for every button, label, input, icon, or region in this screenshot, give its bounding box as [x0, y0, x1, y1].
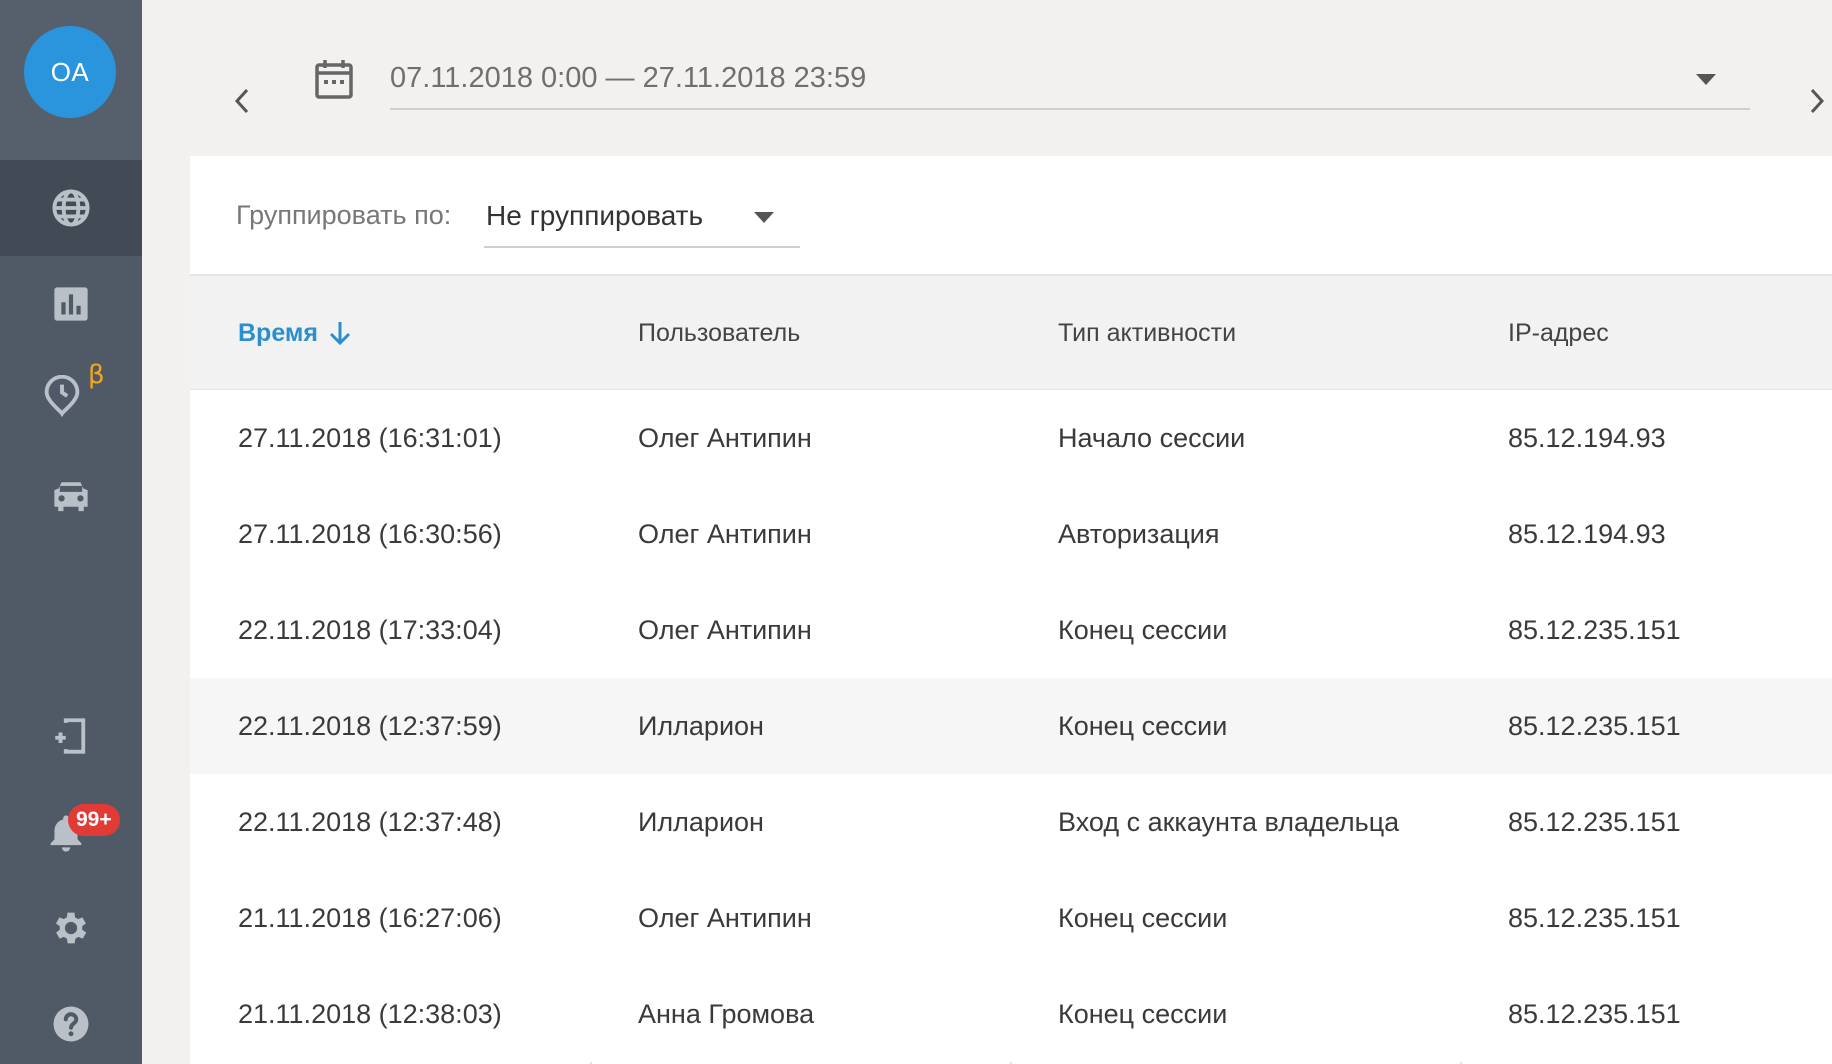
grouping-value: Не группировать: [486, 200, 704, 231]
column-header-time-label: Время: [238, 318, 318, 347]
cell-ip: 85.12.194.93: [1508, 422, 1666, 453]
cell-ip: 85.12.194.93: [1508, 518, 1666, 549]
cell-time: 27.11.2018 (16:30:56): [238, 518, 502, 549]
sidebar-item-help[interactable]: [0, 976, 142, 1064]
sidebar-item-add-device[interactable]: [0, 688, 142, 784]
grouping-bar: Группировать по: Не группировать: [190, 156, 1832, 276]
cell-activity-type: Конец сессии: [1058, 710, 1228, 741]
cell-time: 22.11.2018 (17:33:04): [238, 614, 502, 645]
grouping-select[interactable]: Не группировать: [484, 188, 800, 248]
column-header-time[interactable]: Время: [238, 276, 352, 390]
cell-user: Олег Антипин: [638, 518, 812, 549]
column-header-activity-type[interactable]: Тип активности: [1058, 276, 1236, 390]
globe-icon: [52, 189, 90, 227]
gear-icon: [55, 912, 87, 944]
table-row[interactable]: 21.11.2018 (12:38:03) Анна Громова Конец…: [190, 966, 1832, 1062]
cell-ip: 85.12.235.151: [1508, 902, 1681, 933]
device-add-icon: [55, 718, 86, 754]
next-period-button[interactable]: [1802, 81, 1832, 121]
sidebar-item-timeline[interactable]: β: [0, 348, 142, 444]
sort-descending-icon: [329, 322, 351, 346]
cell-time: 22.11.2018 (12:37:48): [238, 806, 502, 837]
date-range-select[interactable]: 07.11.2018 0:00 — 27.11.2018 23:59: [390, 52, 1750, 110]
sidebar-item-reports[interactable]: [0, 256, 142, 352]
cell-user: Илларион: [638, 710, 764, 741]
cell-time: 22.11.2018 (12:37:59): [238, 710, 502, 741]
prev-period-button[interactable]: [227, 81, 257, 121]
activity-log-panel: Группировать по: Не группировать Время П…: [190, 156, 1832, 1064]
column-header-user[interactable]: Пользователь: [638, 276, 800, 390]
table-header: Время Пользователь Тип активности IP-адр…: [190, 276, 1832, 390]
cell-activity-type: Конец сессии: [1058, 998, 1228, 1029]
sidebar-item-vehicles[interactable]: [0, 450, 142, 546]
cell-activity-type: Конец сессии: [1058, 614, 1228, 645]
clock-pin-icon: [44, 375, 80, 417]
cell-user: Олег Антипин: [638, 614, 812, 645]
cell-time: 27.11.2018 (16:31:01): [238, 422, 502, 453]
cell-ip: 85.12.235.151: [1508, 998, 1681, 1029]
beta-badge: β: [88, 360, 105, 390]
table-row[interactable]: 27.11.2018 (16:31:01) Олег Антипин Начал…: [190, 390, 1832, 486]
column-header-ip[interactable]: IP-адрес: [1508, 276, 1609, 390]
sidebar-header: OA: [0, 0, 142, 160]
calendar-icon: [314, 58, 354, 100]
table-row[interactable]: 22.11.2018 (17:33:04) Олег Антипин Конец…: [190, 582, 1832, 678]
car-icon: [54, 482, 88, 512]
cell-user: Илларион: [638, 806, 764, 837]
table-row[interactable]: 22.11.2018 (12:37:48) Илларион Вход с ак…: [190, 774, 1832, 870]
table-row[interactable]: 27.11.2018 (16:30:56) Олег Антипин Автор…: [190, 486, 1832, 582]
cell-user: Олег Антипин: [638, 422, 812, 453]
cell-ip: 85.12.235.151: [1508, 710, 1681, 741]
cell-activity-type: Начало сессии: [1058, 422, 1246, 453]
date-range-dropdown-icon: [1696, 74, 1716, 85]
help-icon: [53, 1006, 89, 1042]
notification-count-badge: 99+: [68, 804, 120, 836]
date-range-value: 07.11.2018 0:00 — 27.11.2018 23:59: [390, 62, 867, 94]
cell-ip: 85.12.235.151: [1508, 614, 1681, 645]
cell-activity-type: Авторизация: [1058, 518, 1220, 549]
sidebar: OA β 99+: [0, 0, 142, 1064]
cell-user: Олег Антипин: [638, 902, 812, 933]
cell-ip: 85.12.235.151: [1508, 806, 1681, 837]
chevron-down-icon: [754, 212, 774, 223]
table-row[interactable]: 22.11.2018 (12:37:59) Илларион Конец сес…: [190, 678, 1832, 774]
chevron-right-icon: [1810, 88, 1825, 114]
table-row[interactable]: 21.11.2018 (16:27:06) Олег Антипин Конец…: [190, 870, 1832, 966]
avatar[interactable]: OA: [24, 26, 116, 118]
cell-time: 21.11.2018 (12:38:03): [238, 998, 502, 1029]
cell-user: Анна Громова: [638, 998, 815, 1029]
cell-activity-type: Конец сессии: [1058, 902, 1228, 933]
chevron-left-icon: [234, 88, 249, 114]
sidebar-item-globe[interactable]: [0, 160, 142, 256]
bar-chart-icon: [54, 287, 88, 321]
sidebar-item-notifications[interactable]: 99+: [0, 784, 142, 880]
sidebar-item-settings[interactable]: [0, 880, 142, 976]
grouping-label: Группировать по:: [236, 200, 452, 230]
cell-activity-type: Вход с аккаунта владельца: [1058, 806, 1400, 837]
cell-time: 21.11.2018 (16:27:06): [238, 902, 502, 933]
activity-table: Время Пользователь Тип активности IP-адр…: [190, 276, 1832, 1062]
